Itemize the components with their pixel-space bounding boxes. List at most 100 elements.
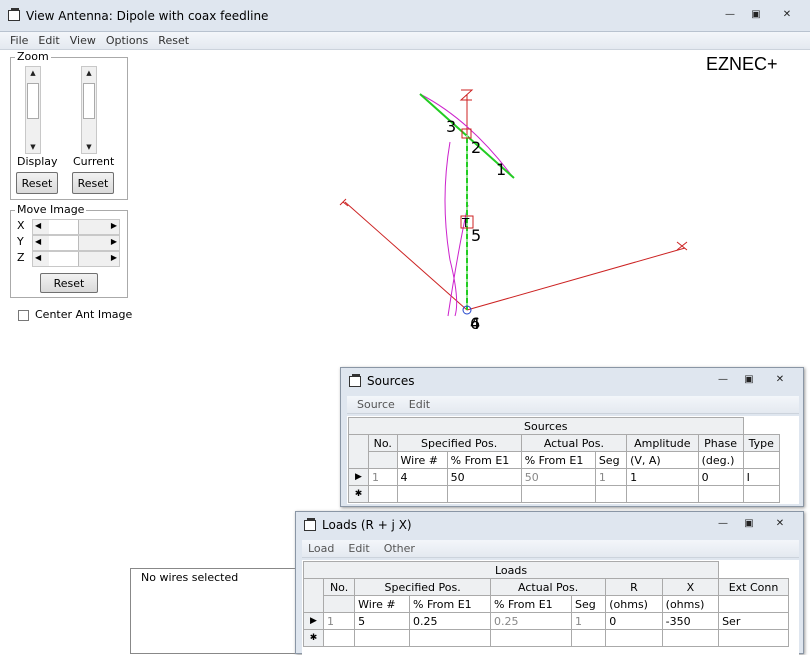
move-image-label: Move Image	[15, 203, 87, 216]
menu-file[interactable]: File	[10, 34, 28, 47]
menu-view[interactable]: View	[70, 34, 96, 47]
minimize-button[interactable]: —	[711, 515, 735, 532]
maximize-button[interactable]: ▣	[744, 6, 768, 23]
scroll-down-icon[interactable]: ▼	[26, 143, 40, 151]
cell-wire[interactable]: 5	[354, 612, 411, 630]
center-ant-checkbox[interactable]	[18, 310, 29, 321]
sources-window: Sources — ▣ ✕ Source Edit Sources No. Sp…	[340, 367, 804, 507]
col-phase: Phase	[697, 434, 744, 452]
menu-source[interactable]: Source	[357, 398, 395, 411]
cell-wire[interactable]: 4	[396, 468, 448, 486]
table-row[interactable]: ▶ 1 5 0.25 0.25 1 0 -350 Ser	[303, 612, 789, 630]
col-spec-pct: % From E1	[446, 451, 522, 469]
main-menubar: File Edit View Options Reset	[0, 32, 810, 50]
maximize-button[interactable]: ▣	[737, 515, 761, 532]
menu-other[interactable]: Other	[384, 542, 415, 555]
table-row[interactable]: ▶ 1 4 50 50 1 1 0 I	[348, 468, 781, 486]
cell-type[interactable]: I	[742, 468, 781, 486]
col-specified-pos: Specified Pos.	[396, 434, 522, 452]
col-phase-unit: (deg.)	[697, 451, 744, 469]
cell-ext-conn[interactable]: Ser	[718, 612, 789, 630]
cell-seg: 1	[594, 468, 628, 486]
cell-no: 1	[368, 468, 398, 486]
loads-window-title: Loads (R + j X)	[322, 518, 412, 532]
current-curve-feed	[444, 141, 458, 317]
move-image-reset-button[interactable]: Reset	[40, 273, 98, 293]
menu-reset[interactable]: Reset	[158, 34, 189, 47]
row-pointer-icon[interactable]: ▶	[348, 468, 369, 486]
new-row-icon[interactable]: ✱	[303, 629, 324, 647]
display-label: Display	[17, 155, 58, 168]
col-x: X	[661, 578, 720, 596]
scroll-thumb[interactable]	[27, 83, 39, 119]
menu-edit[interactable]: Edit	[409, 398, 430, 411]
cell-spec-pct[interactable]: 0.25	[409, 612, 492, 630]
wire-label-6: 6	[470, 314, 480, 333]
current-zoom-scrollbar[interactable]: ▲ ▼	[81, 66, 97, 154]
cell-seg: 1	[571, 612, 607, 630]
display-zoom-scrollbar[interactable]: ▲ ▼	[25, 66, 41, 154]
menu-options[interactable]: Options	[106, 34, 148, 47]
col-x-unit: (ohms)	[661, 595, 720, 613]
col-type: Type	[742, 434, 781, 452]
col-wire-num: Wire #	[354, 595, 411, 613]
zoom-label: Zoom	[15, 50, 51, 63]
menu-edit[interactable]: Edit	[38, 34, 59, 47]
main-window-title: View Antenna: Dipole with coax feedline	[26, 8, 269, 23]
axis-z-label: Z	[17, 251, 25, 264]
antenna-plot[interactable]: 3 2 1 5 T 4 6	[300, 80, 720, 340]
cell-x[interactable]: -350	[661, 612, 720, 630]
loads-title-bar[interactable]: Loads (R + j X) — ▣ ✕	[296, 512, 803, 538]
y-axis-marker	[339, 198, 349, 207]
new-row[interactable]: ✱	[348, 485, 781, 503]
sources-table: Sources No. Specified Pos. Actual Pos. A…	[348, 417, 781, 503]
menu-edit[interactable]: Edit	[348, 542, 369, 555]
center-ant-label: Center Ant Image	[35, 308, 133, 321]
minimize-button[interactable]: —	[718, 6, 742, 23]
wire-label-5: 5	[471, 226, 481, 245]
scroll-up-icon[interactable]: ▲	[26, 69, 40, 77]
col-seg: Seg	[571, 595, 607, 613]
x-axis	[466, 247, 686, 311]
sources-menubar: Source Edit	[347, 396, 799, 414]
col-wire-num: Wire #	[396, 451, 448, 469]
wire-status-text: No wires selected	[141, 571, 239, 584]
new-row-icon[interactable]: ✱	[348, 485, 369, 503]
load-t-label: T	[461, 216, 470, 230]
minimize-button[interactable]: —	[711, 371, 735, 388]
close-button[interactable]: ✕	[763, 371, 797, 388]
sources-table-title: Sources	[348, 417, 744, 435]
wire-status-box: No wires selected	[130, 568, 300, 654]
move-x-scrollbar[interactable]: ◀ ▶	[32, 219, 120, 235]
wire-label-2: 2	[471, 138, 481, 157]
cell-r[interactable]: 0	[605, 612, 663, 630]
zoom-display-reset-button[interactable]: Reset	[16, 172, 58, 194]
sources-title-bar[interactable]: Sources — ▣ ✕	[341, 368, 803, 394]
wire-label-1: 1	[496, 160, 506, 179]
scroll-up-icon[interactable]: ▲	[82, 69, 96, 77]
axis-x-label: X	[17, 219, 25, 232]
close-button[interactable]: ✕	[763, 515, 797, 532]
cell-amp[interactable]: 1	[626, 468, 699, 486]
menu-load[interactable]: Load	[308, 542, 334, 555]
cell-phase[interactable]: 0	[697, 468, 744, 486]
col-act-pct: % From E1	[520, 451, 596, 469]
col-amp-unit: (V, A)	[626, 451, 699, 469]
col-actual-pos: Actual Pos.	[520, 434, 628, 452]
zoom-current-reset-button[interactable]: Reset	[72, 172, 114, 194]
col-spec-pct: % From E1	[409, 595, 492, 613]
cell-no: 1	[322, 612, 356, 630]
maximize-button[interactable]: ▣	[737, 371, 761, 388]
col-amplitude: Amplitude	[626, 434, 699, 452]
scroll-thumb[interactable]	[83, 83, 95, 119]
cell-spec-pct[interactable]: 50	[446, 468, 522, 486]
move-y-scrollbar[interactable]: ◀ ▶	[32, 235, 120, 251]
main-title-bar[interactable]: View Antenna: Dipole with coax feedline …	[0, 0, 810, 32]
close-button[interactable]: ✕	[770, 6, 804, 23]
current-label: Current	[73, 155, 115, 168]
new-row[interactable]: ✱	[303, 629, 789, 647]
move-z-scrollbar[interactable]: ◀ ▶	[32, 251, 120, 267]
scroll-down-icon[interactable]: ▼	[82, 143, 96, 151]
window-app-icon	[349, 373, 361, 387]
row-pointer-icon[interactable]: ▶	[303, 612, 324, 630]
